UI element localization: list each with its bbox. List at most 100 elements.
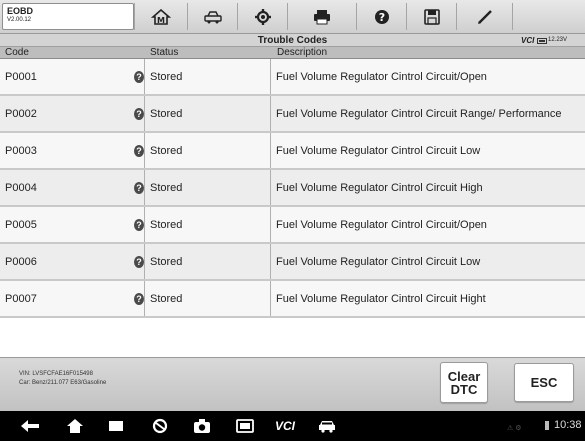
- header-code: Code: [5, 47, 29, 58]
- car-icon[interactable]: [316, 417, 338, 435]
- table-row[interactable]: P0002? Stored Fuel Volume Regulator Cintro…: [0, 96, 585, 131]
- dtc-code: P0006: [5, 255, 37, 268]
- car-text: Car: Benz/211.077 E63/Gasoline: [19, 380, 107, 386]
- vci-status: VCI: [521, 36, 535, 45]
- table-row[interactable]: P0001? Stored Fuel Volume Regulator Cintro…: [0, 59, 585, 94]
- dtc-description: Fuel Volume Regulator Cintrol Circuit Hi…: [276, 181, 483, 194]
- save-icon: [423, 8, 440, 25]
- dtc-help-button[interactable]: ?: [134, 133, 144, 168]
- question-mark-icon: ?: [134, 144, 144, 157]
- dtc-status: Stored: [150, 181, 183, 194]
- app-version: V2.00.12: [7, 17, 32, 23]
- print-button[interactable]: [287, 3, 356, 30]
- dtc-help-button[interactable]: ?: [134, 207, 144, 242]
- clear-dtc-button[interactable]: Clear DTC: [440, 362, 488, 403]
- dtc-code: P0007: [5, 292, 37, 305]
- dtc-code: P0001: [5, 70, 37, 83]
- dtc-code: P0004: [5, 181, 37, 194]
- dtc-status: Stored: [150, 292, 183, 305]
- question-mark-icon: ?: [134, 70, 144, 83]
- app-name: EOBD: [7, 6, 34, 16]
- dtc-help-button[interactable]: ?: [134, 281, 144, 316]
- dtc-description: Fuel Volume Regulator Cintrol Circuit Lo…: [276, 255, 481, 268]
- battery-voltage: 12.23V: [548, 37, 568, 43]
- vehicle-info: VIN: LVSFCFAE16F015498 Car: Benz/211.077…: [19, 370, 106, 388]
- settings-icon: [254, 8, 272, 26]
- browser-icon[interactable]: [150, 417, 170, 435]
- help-icon: ?: [374, 9, 390, 25]
- back-icon[interactable]: [18, 417, 42, 435]
- question-mark-icon: ?: [134, 255, 144, 268]
- vci-nav-icon[interactable]: VCI: [272, 417, 298, 435]
- clock: 10:38: [554, 419, 582, 431]
- home-nav-icon[interactable]: [63, 417, 87, 435]
- column-divider: [270, 133, 271, 168]
- column-divider: [144, 281, 145, 316]
- title-bar: Trouble Codes VCI 12.23V: [0, 34, 585, 47]
- column-divider: [270, 96, 271, 131]
- vehicle-swap-button[interactable]: [187, 3, 237, 30]
- svg-text:?: ?: [378, 11, 384, 24]
- column-divider: [270, 244, 271, 279]
- status-indicators-icon: ⚠ ⚙: [507, 425, 522, 432]
- dtc-status: Stored: [150, 70, 183, 83]
- dtc-status: Stored: [150, 107, 183, 120]
- edit-icon: [476, 8, 494, 26]
- header-status: Status: [150, 47, 179, 58]
- table-row[interactable]: P0006? Stored Fuel Volume Regulator Cintro…: [0, 244, 585, 279]
- dtc-status: Stored: [150, 218, 183, 231]
- signal-icon: [545, 421, 549, 430]
- column-divider: [270, 207, 271, 242]
- recent-apps-icon[interactable]: [106, 417, 126, 435]
- dtc-code: P0003: [5, 144, 37, 157]
- column-divider: [144, 133, 145, 168]
- column-divider: [144, 170, 145, 205]
- dtc-help-button[interactable]: ?: [134, 244, 144, 279]
- question-mark-icon: ?: [134, 181, 144, 194]
- app-name-box: EOBD V2.00.12: [2, 3, 134, 30]
- question-mark-icon: ?: [134, 218, 144, 231]
- column-divider: [144, 59, 145, 94]
- screen-mirror-icon[interactable]: [234, 417, 256, 435]
- esc-button[interactable]: ESC: [514, 363, 574, 402]
- toolbar-spare-slot: [512, 3, 585, 30]
- top-toolbar: EOBD V2.00.12 M ?: [0, 0, 585, 34]
- dtc-description: Fuel Volume Regulator Cintrol Circuit Hi…: [276, 292, 486, 305]
- header-description: Description: [277, 47, 328, 58]
- column-divider: [144, 96, 145, 131]
- table-header: Code Status Description: [0, 47, 585, 59]
- page-title: Trouble Codes: [257, 35, 328, 46]
- question-mark-icon: ?: [134, 107, 144, 120]
- column-divider: [270, 59, 271, 94]
- dtc-code: P0005: [5, 218, 37, 231]
- vin-text: VIN: LVSFCFAE16F015498: [19, 371, 93, 377]
- help-button[interactable]: ?: [356, 3, 406, 30]
- save-button[interactable]: [406, 3, 456, 30]
- table-row[interactable]: P0005? Stored Fuel Volume Regulator Cintro…: [0, 207, 585, 242]
- home-icon: M: [151, 8, 171, 25]
- edit-button[interactable]: [456, 3, 512, 30]
- table-row[interactable]: P0003? Stored Fuel Volume Regulator Cintro…: [0, 133, 585, 168]
- info-bar: VIN: LVSFCFAE16F015498 Car: Benz/211.077…: [0, 357, 585, 411]
- camera-icon[interactable]: [191, 417, 213, 435]
- dtc-code: P0002: [5, 107, 37, 120]
- dtc-description: Fuel Volume Regulator Cintrol Circuit Lo…: [276, 144, 481, 157]
- vehicle-swap-icon: [203, 9, 223, 25]
- dtc-description: Fuel Volume Regulator Cintrol Circuit/Op…: [276, 218, 487, 231]
- column-divider: [270, 281, 271, 316]
- dtc-description: Fuel Volume Regulator Cintrol Circuit Ra…: [276, 107, 562, 120]
- print-icon: [312, 9, 332, 25]
- dtc-help-button[interactable]: ?: [134, 170, 144, 205]
- row-divider: [0, 316, 585, 318]
- dtc-status: Stored: [150, 144, 183, 157]
- battery-icon: [537, 37, 547, 44]
- table-row[interactable]: P0007? Stored Fuel Volume Regulator Cintro…: [0, 281, 585, 316]
- dtc-help-button[interactable]: ?: [134, 96, 144, 131]
- settings-button[interactable]: [237, 3, 287, 30]
- dtc-help-button[interactable]: ?: [134, 59, 144, 94]
- question-mark-icon: ?: [134, 292, 144, 305]
- home-button[interactable]: M: [134, 3, 187, 30]
- table-row[interactable]: P0004? Stored Fuel Volume Regulator Cintro…: [0, 170, 585, 205]
- svg-text:M: M: [157, 16, 165, 25]
- column-divider: [144, 244, 145, 279]
